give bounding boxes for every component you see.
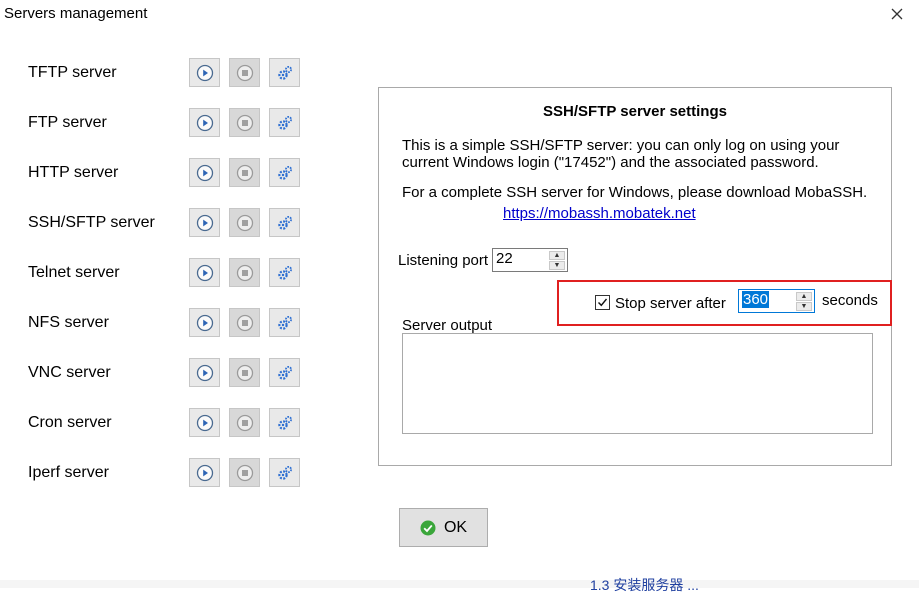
start-server-button[interactable] <box>189 358 220 387</box>
play-icon <box>196 264 213 281</box>
listening-port-value: 22 <box>496 250 513 267</box>
server-label: VNC server <box>28 364 111 381</box>
play-icon <box>196 164 213 181</box>
settings-gears-icon <box>277 65 292 80</box>
server-label: Cron server <box>28 414 112 431</box>
stop-server-button[interactable] <box>229 308 260 337</box>
start-server-button[interactable] <box>189 208 220 237</box>
settings-gears-icon <box>277 365 292 380</box>
configure-server-button[interactable] <box>269 158 300 187</box>
start-server-button[interactable] <box>189 158 220 187</box>
background-strip <box>0 580 919 588</box>
configure-server-button[interactable] <box>269 58 300 87</box>
listening-port-spinner[interactable]: 22 ▲ ▼ <box>492 248 568 272</box>
server-label: SSH/SFTP server <box>28 214 155 231</box>
settings-gears-icon <box>277 315 292 330</box>
settings-gears-icon <box>277 415 292 430</box>
settings-gears-icon <box>277 215 292 230</box>
stop-icon <box>236 114 253 131</box>
seconds-label: seconds <box>822 292 878 309</box>
description-line-2: current Windows login ("17452") and the … <box>402 154 819 171</box>
close-icon <box>891 8 903 20</box>
checkmark-icon <box>598 298 608 307</box>
stop-after-value: 360 <box>742 291 770 308</box>
play-icon <box>196 414 213 431</box>
start-server-button[interactable] <box>189 108 220 137</box>
close-button[interactable] <box>885 2 909 26</box>
stop-server-button[interactable] <box>229 108 260 137</box>
server-label: FTP server <box>28 114 107 131</box>
stop-icon <box>236 64 253 81</box>
port-up-arrow-icon[interactable]: ▲ <box>549 251 565 260</box>
settings-gears-icon <box>277 165 292 180</box>
ok-check-icon <box>420 520 436 535</box>
settings-title: SSH/SFTP server settings <box>543 103 727 120</box>
window-title: Servers management <box>4 5 148 22</box>
description-line-1: This is a simple SSH/SFTP server: you ca… <box>402 137 840 154</box>
stop-server-button[interactable] <box>229 258 260 287</box>
ok-button[interactable]: OK <box>399 508 488 547</box>
stop-up-arrow-icon[interactable]: ▲ <box>796 292 812 301</box>
server-output-label: Server output <box>402 317 493 334</box>
configure-server-button[interactable] <box>269 108 300 137</box>
stop-server-button[interactable] <box>229 408 260 437</box>
listening-port-label: Listening port <box>398 252 489 269</box>
server-label: TFTP server <box>28 64 117 81</box>
configure-server-button[interactable] <box>269 458 300 487</box>
server-label: NFS server <box>28 314 109 331</box>
configure-server-button[interactable] <box>269 308 300 337</box>
play-icon <box>196 214 213 231</box>
configure-server-button[interactable] <box>269 408 300 437</box>
stop-icon <box>236 414 253 431</box>
play-icon <box>196 464 213 481</box>
start-server-button[interactable] <box>189 458 220 487</box>
background-text-fragment: 1.3 安装服务器 ... <box>590 577 699 593</box>
settings-gears-icon <box>277 265 292 280</box>
server-label: Iperf server <box>28 464 109 481</box>
configure-server-button[interactable] <box>269 358 300 387</box>
server-label: Telnet server <box>28 264 120 281</box>
stop-icon <box>236 464 253 481</box>
stop-after-spinner[interactable]: 360 ▲ ▼ <box>738 289 815 313</box>
download-text: For a complete SSH server for Windows, p… <box>402 184 868 201</box>
play-icon <box>196 64 213 81</box>
stop-after-label: Stop server after <box>615 295 726 312</box>
stop-icon <box>236 314 253 331</box>
stop-down-arrow-icon[interactable]: ▼ <box>796 302 812 311</box>
play-icon <box>196 314 213 331</box>
start-server-button[interactable] <box>189 58 220 87</box>
configure-server-button[interactable] <box>269 258 300 287</box>
mobassh-link[interactable]: https://mobassh.mobatek.net <box>503 205 696 222</box>
ok-label: OK <box>443 518 468 536</box>
start-server-button[interactable] <box>189 408 220 437</box>
stop-server-button[interactable] <box>229 208 260 237</box>
start-server-button[interactable] <box>189 308 220 337</box>
stop-icon <box>236 264 253 281</box>
stop-icon <box>236 164 253 181</box>
play-icon <box>196 364 213 381</box>
port-down-arrow-icon[interactable]: ▼ <box>549 261 565 270</box>
server-label: HTTP server <box>28 164 119 181</box>
stop-server-button[interactable] <box>229 158 260 187</box>
stop-server-button[interactable] <box>229 58 260 87</box>
start-server-button[interactable] <box>189 258 220 287</box>
server-output-box[interactable] <box>402 333 873 434</box>
play-icon <box>196 114 213 131</box>
settings-gears-icon <box>277 115 292 130</box>
stop-after-checkbox[interactable] <box>595 295 610 310</box>
settings-gears-icon <box>277 465 292 480</box>
configure-server-button[interactable] <box>269 208 300 237</box>
stop-server-button[interactable] <box>229 358 260 387</box>
stop-icon <box>236 364 253 381</box>
stop-server-button[interactable] <box>229 458 260 487</box>
stop-icon <box>236 214 253 231</box>
